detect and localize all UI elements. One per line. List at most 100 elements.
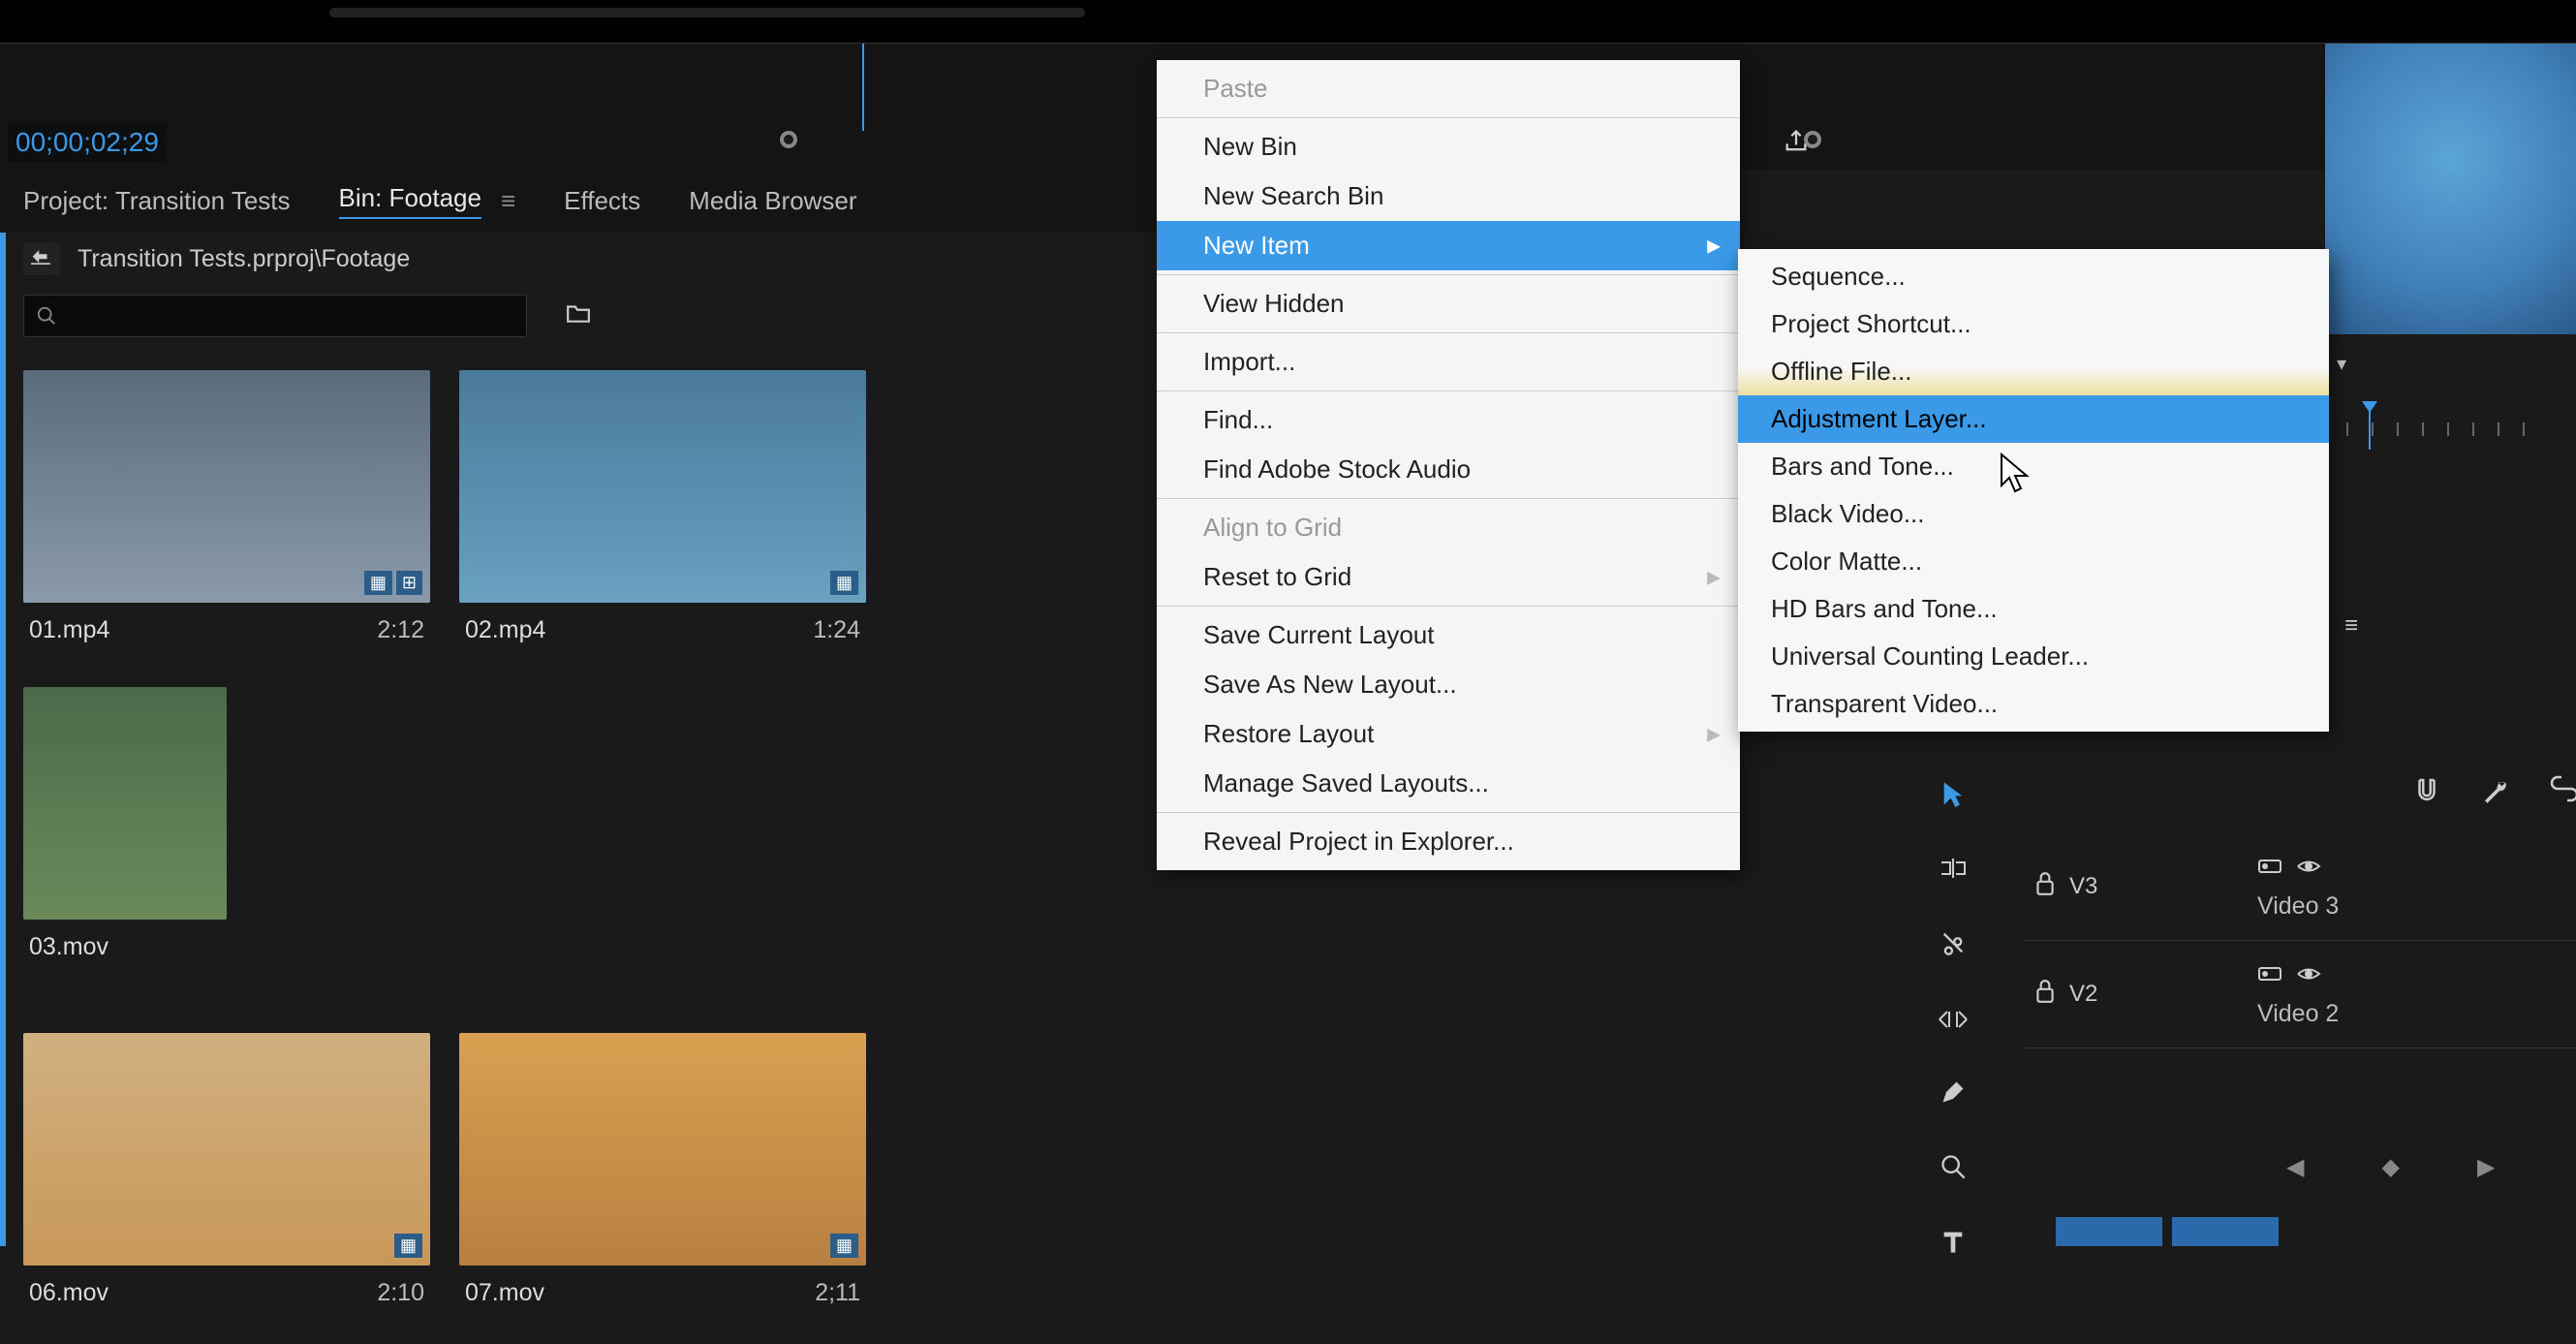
search-row (0, 285, 1159, 347)
add-marker-icon[interactable]: ◆ (2381, 1153, 2399, 1181)
slip-tool-icon[interactable] (1938, 1003, 1969, 1039)
tab-project[interactable]: Project: Transition Tests (23, 186, 291, 216)
menu-find-stock[interactable]: Find Adobe Stock Audio (1157, 445, 1740, 494)
pen-tool-icon[interactable] (1940, 1078, 1967, 1113)
submenu-bars-tone[interactable]: Bars and Tone... (1738, 443, 2329, 490)
panel-menu-icon[interactable]: ≡ (501, 186, 515, 216)
submenu-color-matte[interactable]: Color Matte... (1738, 538, 2329, 585)
submenu-adjustment-layer[interactable]: Adjustment Layer... (1738, 395, 2329, 443)
mouse-cursor (2000, 453, 2031, 500)
type-tool-icon[interactable] (1940, 1227, 1967, 1263)
video-badge-icon: ▦ (364, 571, 392, 595)
clip-name: 06.mov (29, 1279, 109, 1307)
submenu-offline-file[interactable]: Offline File... (1738, 348, 2329, 395)
project-panel: Project: Transition Tests Bin: Footage ≡… (0, 170, 1159, 1344)
sequence-menu-icon[interactable]: ≡ (2344, 612, 2358, 640)
clip-name: 01.mp4 (29, 616, 109, 644)
submenu-hd-bars[interactable]: HD Bars and Tone... (1738, 585, 2329, 633)
clip-item[interactable]: ▦ 06.mov 2:10 (23, 1033, 430, 1321)
timeline-clip[interactable] (2172, 1217, 2279, 1246)
breadcrumb-path: Transition Tests.prproj\Footage (78, 245, 410, 273)
timeline-clip[interactable] (2056, 1217, 2162, 1246)
menu-find[interactable]: Find... (1157, 395, 1740, 445)
menu-import[interactable]: Import... (1157, 337, 1740, 387)
razor-tool-icon[interactable] (1940, 928, 1967, 964)
toggle-output-icon[interactable] (2257, 960, 2282, 990)
search-input[interactable] (23, 295, 527, 337)
video-badge-icon: ▦ (830, 571, 858, 595)
menu-manage-layouts[interactable]: Manage Saved Layouts... (1157, 759, 1740, 808)
selection-tool-icon[interactable] (1940, 779, 1967, 815)
track-separator (2025, 1047, 2576, 1048)
in-point-handle[interactable] (780, 131, 797, 148)
timeline-ruler[interactable] (2335, 415, 2576, 444)
track-number: V2 (2069, 981, 2097, 1008)
clip-item[interactable]: ▦ 02.mp4 1:24 (459, 370, 866, 658)
clip-name: 02.mp4 (465, 616, 545, 644)
tab-bin[interactable]: Bin: Footage (339, 183, 481, 219)
eye-icon[interactable] (2296, 960, 2321, 990)
back-icon[interactable] (23, 242, 60, 275)
menu-new-item-label: New Item (1203, 231, 1310, 260)
submenu-project-shortcut[interactable]: Project Shortcut... (1738, 300, 2329, 348)
context-menu: Paste New Bin New Search Bin New Item ▶ … (1157, 60, 1740, 870)
ripple-edit-tool-icon[interactable] (1939, 854, 1968, 890)
menu-separator (1157, 812, 1740, 813)
zoom-dropdown-icon[interactable]: ▾ (2337, 352, 2346, 376)
clip-badge: ▦⊞ (364, 571, 422, 595)
track-v2[interactable]: V2 Video 2 (2025, 941, 2576, 1047)
submenu-arrow-icon: ▶ (1707, 724, 1721, 744)
menu-save-as-layout[interactable]: Save As New Layout... (1157, 660, 1740, 709)
menu-paste[interactable]: Paste (1157, 64, 1740, 113)
menu-separator (1157, 332, 1740, 333)
clip-name: 03.mov (29, 933, 109, 961)
submenu-counting-leader[interactable]: Universal Counting Leader... (1738, 633, 2329, 680)
new-bin-icon[interactable] (556, 297, 601, 336)
menu-reveal-explorer[interactable]: Reveal Project in Explorer... (1157, 817, 1740, 866)
export-frame-icon[interactable] (1783, 128, 1810, 162)
zoom-tool-icon[interactable] (1940, 1152, 1967, 1188)
address-bar (329, 8, 1085, 17)
lock-icon[interactable] (2034, 979, 2056, 1011)
timecode-display[interactable]: 00;00;02;29 (8, 123, 167, 162)
submenu-arrow-icon: ▶ (1707, 567, 1721, 587)
toggle-output-icon[interactable] (2257, 853, 2282, 883)
panel-tabs: Project: Transition Tests Bin: Footage ≡… (0, 170, 1159, 233)
menu-new-item[interactable]: New Item ▶ (1157, 221, 1740, 270)
program-monitor-preview (2325, 44, 2576, 334)
audio-badge-icon: ⊞ (396, 571, 422, 595)
playhead[interactable] (862, 44, 864, 131)
clip-item[interactable]: ▦⊞ 01.mp4 2:12 (23, 370, 430, 658)
menu-new-bin[interactable]: New Bin (1157, 122, 1740, 172)
clip-item[interactable]: ▦ 07.mov 2;11 (459, 1033, 866, 1321)
menu-restore-layout[interactable]: Restore Layout ▶ (1157, 709, 1740, 759)
lock-icon[interactable] (2034, 871, 2056, 903)
clip-thumbnail (23, 687, 227, 920)
clip-item[interactable]: 03.mov (23, 687, 430, 975)
prev-marker-icon[interactable]: ◀ (2286, 1153, 2304, 1181)
sequence-tabs[interactable]: ≡ (2344, 612, 2358, 640)
menu-new-search-bin[interactable]: New Search Bin (1157, 172, 1740, 221)
clip-duration: 2;11 (815, 1279, 860, 1307)
timeline-playhead[interactable] (2369, 411, 2371, 450)
tab-media-browser[interactable]: Media Browser (689, 186, 856, 216)
menu-align-grid[interactable]: Align to Grid (1157, 503, 1740, 552)
submenu-black-video[interactable]: Black Video... (1738, 490, 2329, 538)
next-marker-icon[interactable]: ▶ (2477, 1153, 2495, 1181)
track-number: V3 (2069, 873, 2097, 900)
clip-badge: ▦ (830, 571, 858, 595)
track-v3[interactable]: V3 Video 3 (2025, 833, 2576, 940)
menu-reset-grid[interactable]: Reset to Grid ▶ (1157, 552, 1740, 602)
clip-duration: 2:10 (377, 1279, 424, 1307)
menu-save-layout[interactable]: Save Current Layout (1157, 610, 1740, 660)
breadcrumb-row: Transition Tests.prproj\Footage (0, 233, 1159, 285)
submenu-transparent-video[interactable]: Transparent Video... (1738, 680, 2329, 728)
menu-separator (1157, 498, 1740, 499)
submenu-sequence[interactable]: Sequence... (1738, 253, 2329, 300)
search-icon (36, 305, 57, 327)
tab-effects[interactable]: Effects (564, 186, 640, 216)
eye-icon[interactable] (2296, 853, 2321, 883)
menu-reset-grid-label: Reset to Grid (1203, 562, 1351, 591)
menu-view-hidden[interactable]: View Hidden (1157, 279, 1740, 328)
clip-name: 07.mov (465, 1279, 544, 1307)
